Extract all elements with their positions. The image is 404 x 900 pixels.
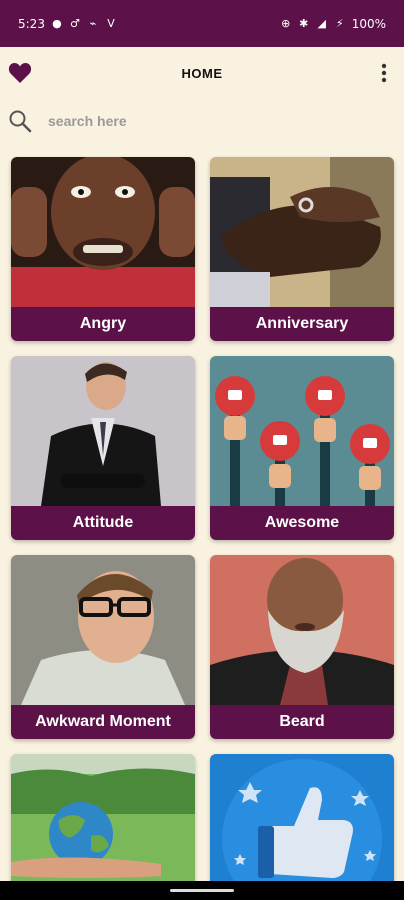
v-icon: V — [107, 17, 115, 30]
notification-icon: ♂ — [70, 17, 80, 30]
ring-hands-photo — [210, 157, 394, 307]
category-card-like[interactable] — [210, 754, 394, 881]
bluetooth-icon: ✱ — [299, 17, 309, 30]
angry-man-photo — [11, 157, 195, 307]
category-label: Awkward Moment — [11, 705, 195, 739]
system-nav-bar — [0, 881, 404, 900]
search-icon[interactable] — [6, 107, 34, 135]
home-gesture-handle[interactable] — [170, 889, 234, 892]
battery-charging-icon: ⚡ — [335, 17, 344, 30]
globe-in-hand-photo — [11, 754, 195, 881]
search-bar — [0, 99, 404, 143]
category-card-anniversary[interactable]: Anniversary — [210, 157, 394, 341]
thumbs-up-signs-illustration — [210, 356, 394, 506]
category-label: Awesome — [210, 506, 394, 540]
status-time: 5:23 — [18, 16, 45, 31]
man-glasses-photo — [11, 555, 195, 705]
category-card-attitude[interactable]: Attitude — [11, 356, 195, 540]
battery-percent: 100% — [351, 16, 386, 31]
bearded-man-photo — [210, 555, 394, 705]
category-label: Beard — [210, 705, 394, 739]
category-card-nature[interactable] — [11, 754, 195, 881]
page-title: HOME — [181, 65, 223, 81]
businessman-photo — [11, 356, 195, 506]
category-label: Attitude — [11, 506, 195, 540]
signal-icon: ◢ — [317, 17, 326, 30]
location-icon: ⊕ — [281, 17, 291, 30]
more-vert-icon[interactable] — [370, 59, 398, 87]
status-bar: 5:23 ● ♂ ⌁ V ⊕ ✱ ◢ ⚡ 100% — [0, 0, 404, 47]
category-label: Anniversary — [210, 307, 394, 341]
whatsapp-icon: ● — [52, 17, 62, 30]
category-card-angry[interactable]: Angry — [11, 157, 195, 341]
category-card-awesome[interactable]: Awesome — [210, 356, 394, 540]
category-card-awkward-moment[interactable]: Awkward Moment — [11, 555, 195, 739]
category-card-beard[interactable]: Beard — [210, 555, 394, 739]
search-input[interactable] — [48, 113, 348, 129]
category-label: Angry — [11, 307, 195, 341]
app-bar: HOME — [0, 47, 404, 99]
thumbs-up-icon-illustration — [210, 754, 394, 881]
usb-icon: ⌁ — [89, 17, 97, 30]
category-grid: Angry Anniversary Attitude Awesome Awkwa… — [0, 155, 404, 881]
